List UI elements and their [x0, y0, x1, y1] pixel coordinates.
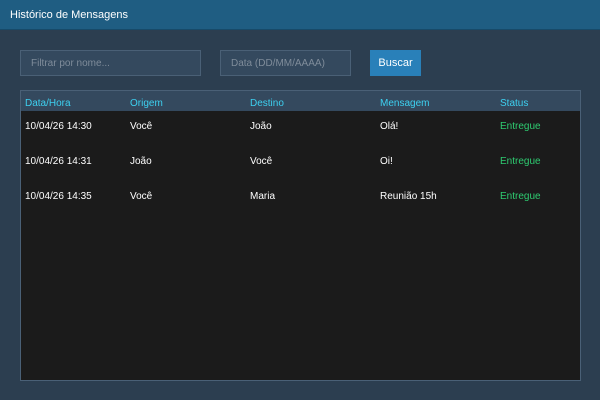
column-header-status[interactable]: Status	[500, 98, 528, 109]
cell-origin: Você	[130, 191, 153, 202]
cell-destination: Maria	[250, 191, 276, 202]
messages-table: Data/Hora Origem Destino Mensagem Status…	[20, 90, 581, 381]
cell-datetime: 10/04/26 14:30	[25, 121, 92, 132]
cell-origin: Você	[130, 121, 153, 132]
cell-message: Oi!	[380, 156, 393, 167]
title-bar: Histórico de Mensagens	[0, 0, 600, 30]
table-header: Data/Hora Origem Destino Mensagem Status	[21, 91, 580, 111]
window-title: Histórico de Mensagens	[10, 9, 129, 21]
cell-origin: João	[130, 156, 152, 167]
table-row[interactable]: 10/04/26 14:30 Você João Olá! Entregue	[21, 121, 580, 156]
cell-message: Reunião 15h	[380, 191, 437, 202]
table-row[interactable]: 10/04/26 14:31 João Você Oi! Entregue	[21, 156, 580, 191]
cell-message: Olá!	[380, 121, 399, 132]
column-header-destination[interactable]: Destino	[250, 98, 284, 109]
cell-status: Entregue	[500, 156, 541, 167]
cell-datetime: 10/04/26 14:31	[25, 156, 92, 167]
column-header-origin[interactable]: Origem	[130, 98, 163, 109]
cell-destination: João	[250, 121, 272, 132]
date-filter-input[interactable]	[220, 50, 351, 76]
cell-datetime: 10/04/26 14:35	[25, 191, 92, 202]
cell-status: Entregue	[500, 191, 541, 202]
search-button[interactable]: Buscar	[370, 50, 421, 76]
name-filter-input[interactable]	[20, 50, 201, 76]
column-header-message[interactable]: Mensagem	[380, 98, 429, 109]
column-header-datetime[interactable]: Data/Hora	[25, 98, 71, 109]
cell-destination: Você	[250, 156, 273, 167]
cell-status: Entregue	[500, 121, 541, 132]
table-row[interactable]: 10/04/26 14:35 Você Maria Reunião 15h En…	[21, 191, 580, 226]
